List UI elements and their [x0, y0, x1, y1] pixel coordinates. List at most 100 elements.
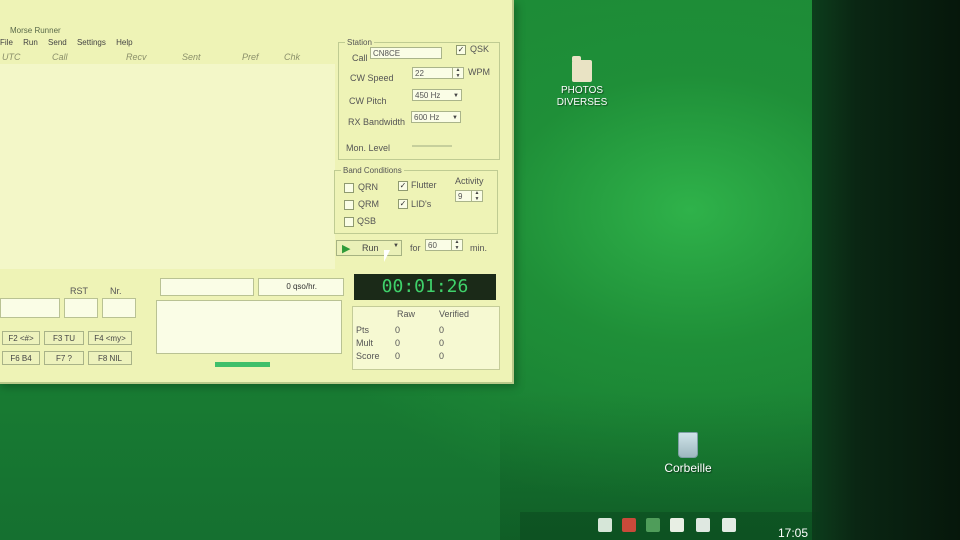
run-label: Run	[362, 243, 379, 253]
score-col-raw: Raw	[397, 309, 416, 319]
band-map	[156, 300, 342, 354]
volume-icon[interactable]	[696, 518, 710, 532]
f4-button[interactable]: F4 <my>	[88, 331, 132, 345]
flutter-checkbox[interactable]: ✓	[398, 181, 408, 191]
morse-runner-window[interactable]: Morse Runner File Run Send Settings Help…	[0, 0, 514, 384]
rx-bandwidth-label: RX Bandwidth	[348, 117, 406, 127]
col-pref: Pref	[242, 52, 259, 62]
rst-label: RST	[70, 286, 88, 296]
security-shield-icon[interactable]	[646, 518, 660, 532]
status-field	[160, 278, 254, 296]
col-chk: Chk	[284, 52, 301, 62]
chevron-down-icon[interactable]: ▼	[393, 243, 399, 249]
activity-label: Activity	[455, 176, 484, 186]
score-row-verified: 0	[439, 351, 445, 361]
spin-arrows-icon[interactable]: ▲ ▼	[451, 239, 462, 251]
rx-bandwidth-select[interactable]: 600 Hz ▼	[411, 111, 461, 123]
call-entry-field[interactable]	[0, 298, 60, 318]
chevron-down-icon[interactable]: ▼	[450, 112, 460, 122]
f3-button[interactable]: F3 TU	[44, 331, 84, 345]
lids-label: LID's	[411, 199, 432, 209]
cw-speed-value: 22	[415, 69, 424, 78]
run-button[interactable]: ▶ Run ▼	[336, 240, 402, 256]
score-row-raw: 0	[395, 351, 401, 361]
score-row-verified: 0	[439, 338, 445, 348]
recycle-bin-icon	[678, 432, 698, 458]
folder-label-line2: DIVERSES	[556, 97, 608, 108]
folder-label-line1: PHOTOS	[560, 85, 604, 96]
nr-label: Nr.	[110, 286, 122, 296]
f2-button[interactable]: F2 <#>	[2, 331, 40, 345]
rst-entry-field[interactable]	[64, 298, 98, 318]
folder-icon	[572, 56, 592, 82]
rx-bandwidth-value: 600 Hz	[414, 113, 440, 122]
cw-speed-stepper[interactable]: 22 ▲ ▼	[412, 67, 464, 79]
spin-arrows-icon[interactable]: ▲ ▼	[452, 67, 463, 79]
cw-pitch-value: 450 Hz	[415, 91, 441, 100]
signal-level-bar	[215, 362, 270, 367]
qsk-label: QSK	[470, 44, 490, 54]
menu-help[interactable]: Help	[116, 38, 132, 47]
cw-speed-label: CW Speed	[350, 73, 394, 83]
qsk-checkbox[interactable]: ✓	[456, 45, 466, 55]
band-legend: Band Conditions	[343, 166, 402, 175]
qrm-label: QRM	[358, 199, 379, 209]
window-title: Morse Runner	[10, 26, 61, 35]
score-row-verified: 0	[439, 325, 445, 335]
call-label: Call	[352, 53, 368, 63]
activity-value: 9	[458, 192, 463, 201]
rate-display: 0 qso/hr.	[258, 278, 344, 296]
qrm-checkbox[interactable]	[344, 200, 354, 210]
activity-stepper[interactable]: 9 ▲ ▼	[455, 190, 483, 202]
cw-pitch-label: CW Pitch	[349, 96, 387, 106]
menu-file[interactable]: File	[0, 38, 13, 47]
station-legend: Station	[347, 38, 372, 47]
score-row-label: Pts	[356, 325, 370, 335]
lids-checkbox[interactable]: ✓	[398, 199, 408, 209]
qsb-label: QSB	[357, 216, 377, 226]
desktop-folder-photos[interactable]: PHOTOS DIVERSES	[552, 56, 612, 109]
tools-icon[interactable]	[598, 518, 612, 532]
score-col-verified: Verified	[439, 309, 470, 319]
action-center-flag-icon[interactable]	[622, 518, 636, 532]
f7-button[interactable]: F7 ?	[44, 351, 84, 365]
score-row-label: Mult	[356, 338, 374, 348]
call-input[interactable]: CN8CE	[370, 47, 442, 59]
for-label: for	[410, 243, 421, 253]
score-row-raw: 0	[395, 325, 401, 335]
run-minutes-stepper[interactable]: 60 ▲ ▼	[425, 239, 463, 251]
cw-pitch-select[interactable]: 450 Hz ▼	[412, 89, 462, 101]
menu-run[interactable]: Run	[23, 38, 38, 47]
min-label: min.	[470, 243, 488, 253]
col-recv: Recv	[126, 52, 147, 62]
score-row-raw: 0	[395, 338, 401, 348]
score-row-label: Score	[356, 351, 380, 361]
taskbar-clock[interactable]: 17:05	[778, 526, 808, 540]
score-table: Raw Verified Pts 0 0 Mult 0 0 Score 0 0	[352, 306, 500, 370]
chevron-down-icon[interactable]: ▼	[451, 90, 461, 100]
clipboard-icon[interactable]	[670, 518, 684, 532]
wpm-label: WPM	[468, 67, 490, 77]
qsb-checkbox[interactable]	[344, 217, 354, 227]
flutter-label: Flutter	[411, 180, 437, 190]
f6-button[interactable]: F6 B4	[2, 351, 40, 365]
qrn-label: QRN	[358, 182, 378, 192]
col-call: Call	[52, 52, 68, 62]
menu-settings[interactable]: Settings	[77, 38, 106, 47]
mon-level-label: Mon. Level	[346, 143, 391, 153]
elapsed-timer: 00:01:26	[354, 274, 496, 300]
qrn-checkbox[interactable]	[344, 183, 354, 193]
qso-log[interactable]	[0, 64, 335, 269]
spin-arrows-icon[interactable]: ▲ ▼	[471, 190, 482, 202]
mouse-cursor-icon	[384, 250, 390, 262]
nr-entry-field[interactable]	[102, 298, 136, 318]
f8-button[interactable]: F8 NIL	[88, 351, 132, 365]
col-utc: UTC	[2, 52, 21, 62]
menu-send[interactable]: Send	[48, 38, 67, 47]
monitor-bezel	[812, 0, 960, 540]
mon-level-slider[interactable]	[412, 145, 452, 147]
play-icon: ▶	[342, 243, 351, 255]
desktop-recycle-bin[interactable]: Corbeille	[656, 432, 720, 474]
menu-bar: File Run Send Settings Help	[0, 38, 340, 50]
network-icon[interactable]	[722, 518, 736, 532]
